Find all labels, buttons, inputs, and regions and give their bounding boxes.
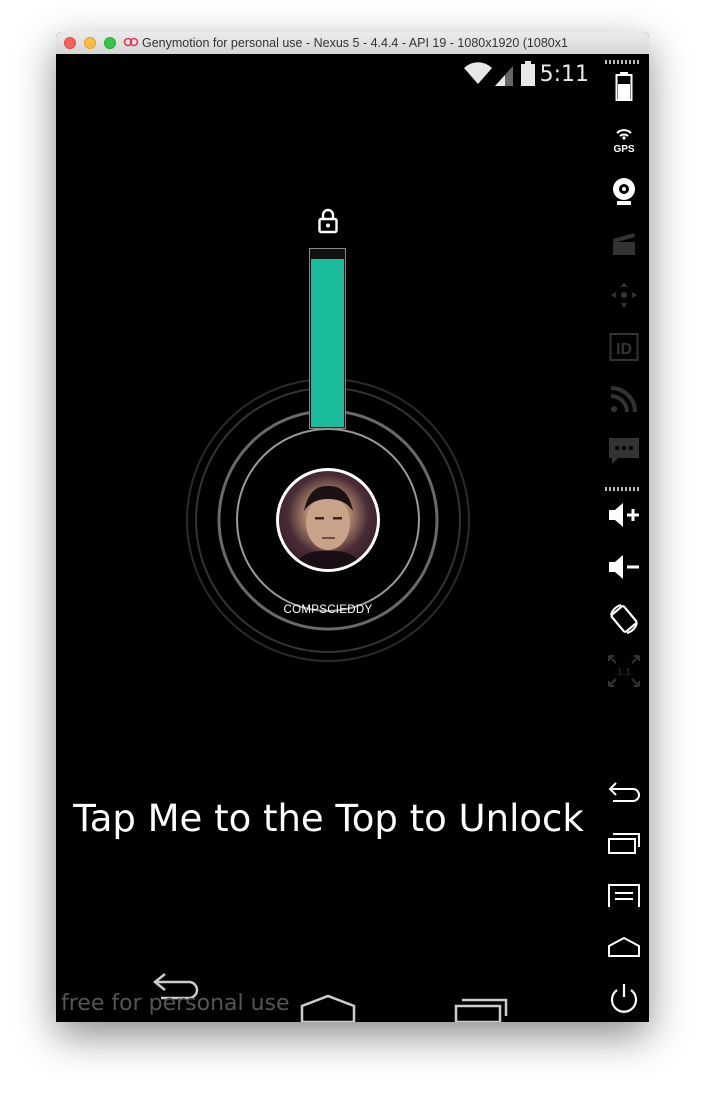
id-icon[interactable]: ID (607, 330, 641, 364)
watermark: free for personal use (61, 991, 290, 1016)
sidebar-separator (605, 487, 641, 491)
unlock-progress-fill (311, 258, 344, 427)
dpad-icon[interactable] (607, 278, 641, 312)
genymotion-sidebar: GPS ID 1:1 (597, 54, 649, 1022)
battery-icon[interactable] (607, 70, 641, 104)
window-title: Genymotion for personal use - Nexus 5 - … (142, 36, 568, 50)
minimize-window-button[interactable] (84, 37, 96, 49)
nav-recent-apps-button[interactable] (454, 996, 510, 1022)
svg-text:ID: ID (616, 341, 632, 358)
gps-icon[interactable]: GPS (607, 122, 641, 156)
user-name: COMPSCIEDDY (283, 604, 373, 616)
sms-icon[interactable] (607, 434, 641, 468)
volume-down-icon[interactable] (607, 550, 641, 584)
scale-icon[interactable]: 1:1 (607, 654, 641, 688)
genymotion-logo-icon (123, 35, 139, 52)
avatar[interactable] (276, 468, 380, 572)
unlock-instruction: Tap Me to the Top to Unlock (73, 797, 584, 840)
capture-icon[interactable] (607, 226, 641, 260)
rss-icon[interactable] (607, 382, 641, 416)
svg-text:1:1: 1:1 (617, 667, 631, 678)
menu-icon[interactable] (607, 878, 641, 912)
svg-text:GPS: GPS (613, 144, 634, 154)
volume-up-icon[interactable] (607, 498, 641, 532)
android-screen[interactable]: 5:11 COMPSCIEDDY Tap Me to the Top to Un… (56, 54, 597, 1022)
recent-apps-icon[interactable] (607, 826, 641, 860)
rotate-icon[interactable] (607, 602, 641, 636)
webcam-icon[interactable] (607, 174, 641, 208)
back-icon[interactable] (607, 774, 641, 808)
unlock-progress-bar[interactable] (309, 248, 346, 429)
lock-icon (318, 208, 338, 234)
avatar-photo (294, 485, 362, 569)
sidebar-separator (605, 60, 641, 64)
power-icon[interactable] (607, 982, 641, 1016)
title-bar: Genymotion for personal use - Nexus 5 - … (56, 32, 649, 55)
zoom-window-button[interactable] (104, 37, 116, 49)
close-window-button[interactable] (64, 37, 76, 49)
nav-home-button[interactable] (300, 994, 356, 1022)
home-icon[interactable] (607, 930, 641, 964)
emulator-window: Genymotion for personal use - Nexus 5 - … (56, 32, 649, 1022)
